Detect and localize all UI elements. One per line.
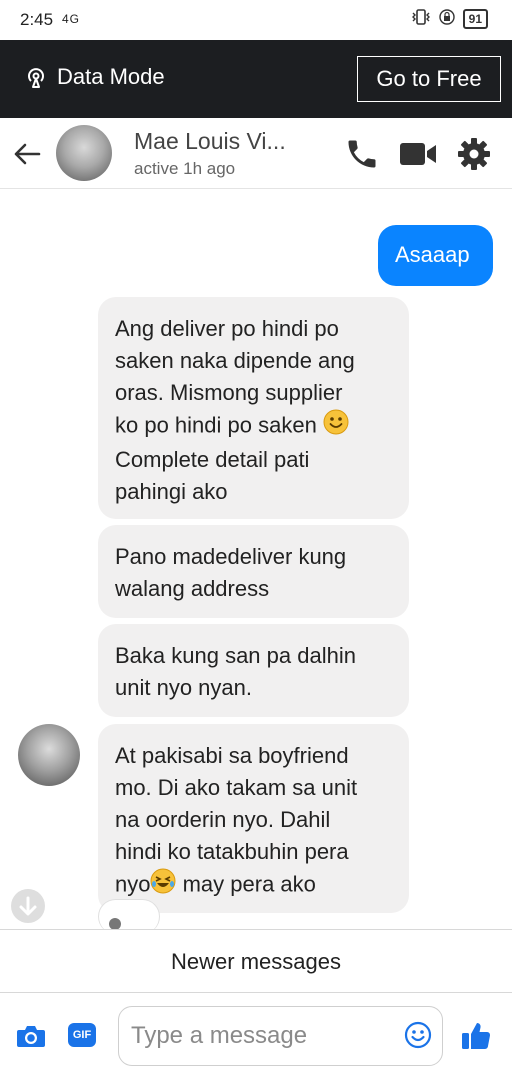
message-line: walang address (115, 576, 270, 601)
laughing-emoji-icon (150, 868, 176, 903)
message-line: Ang deliver po hindi po (115, 316, 339, 341)
message-line: saken naka dipende ang (115, 348, 355, 373)
message-bubble-incoming[interactable]: Pano madedeliver kung walang address (98, 525, 409, 618)
message-bubble-incoming[interactable]: Ang deliver po hindi po saken naka dipen… (98, 297, 409, 519)
message-line: At pakisabi sa boyfriend (115, 743, 349, 768)
message-bubble-outgoing[interactable]: Asaaap (378, 225, 493, 286)
data-mode-bar: Data Mode Go to Free (0, 40, 512, 118)
vibrate-icon (411, 9, 431, 29)
message-input[interactable] (118, 1006, 443, 1066)
message-line: nyo (115, 871, 151, 897)
status-icons: 91 (411, 9, 488, 29)
message-line: ko po hindi po saken (115, 412, 317, 438)
message-line: Complete detail pati (115, 447, 310, 472)
message-line: may pera ako (182, 871, 316, 897)
signal-indicator: 4G (62, 12, 81, 26)
lock-icon (438, 9, 455, 29)
message-line: hindi ko tatakbuhin pera (115, 839, 349, 864)
data-mode-label: Data Mode (57, 64, 165, 89)
battery-indicator: 91 (462, 9, 488, 29)
status-bar: 2:45 4G 91 (0, 0, 512, 40)
message-list[interactable]: Asaaap Ang deliver po hindi po saken nak… (0, 189, 512, 934)
back-arrow-icon[interactable] (12, 139, 42, 169)
message-line: pahingi ako (115, 479, 228, 504)
message-bubble-incoming[interactable]: At pakisabi sa boyfriend mo. Di ako taka… (98, 724, 409, 913)
smile-emoji-icon (323, 409, 349, 444)
message-line: oras. Mismong supplier (115, 380, 343, 405)
message-line: na oorderin nyo. Dahil (115, 807, 331, 832)
gear-icon[interactable] (456, 136, 492, 177)
phone-icon[interactable] (344, 136, 380, 177)
newer-messages-button[interactable]: Newer messages (0, 929, 512, 993)
video-camera-icon[interactable] (398, 136, 438, 177)
message-composer: GIF (0, 993, 512, 1080)
scroll-down-icon[interactable] (11, 889, 45, 923)
contact-avatar[interactable] (56, 125, 112, 181)
chat-header: Mae Louis Vi... active 1h ago (0, 118, 512, 189)
gif-icon[interactable]: GIF (68, 1023, 96, 1047)
message-line: Baka kung san pa dalhin (115, 643, 356, 668)
broadcast-icon (24, 65, 48, 89)
message-bubble-incoming[interactable]: Baka kung san pa dalhin unit nyo nyan. (98, 624, 409, 717)
message-line: unit nyo nyan. (115, 675, 252, 700)
contact-status: active 1h ago (134, 159, 236, 178)
camera-icon[interactable] (16, 1023, 46, 1054)
sender-avatar[interactable] (18, 724, 80, 786)
message-line: Pano madedeliver kung (115, 544, 347, 569)
emoji-icon[interactable] (404, 1021, 432, 1054)
go-to-free-button[interactable]: Go to Free (357, 56, 501, 102)
thumbs-up-icon[interactable] (460, 1020, 492, 1057)
message-line: mo. Di ako takam sa unit (115, 775, 358, 800)
contact-name[interactable]: Mae Louis Vi... (134, 128, 286, 155)
status-time: 2:45 (20, 10, 54, 29)
